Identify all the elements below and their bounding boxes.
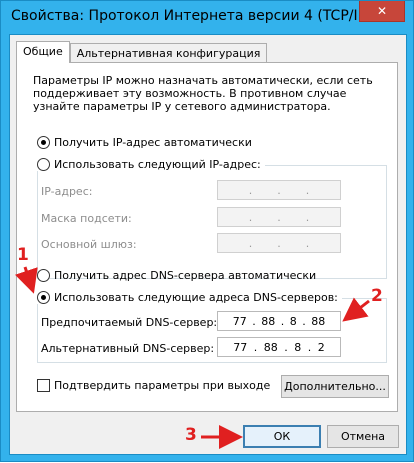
validate-label: Подтвердить параметры при выходе xyxy=(54,379,271,392)
preferred-dns-input[interactable]: 77. 88. 8. 88 xyxy=(217,311,341,331)
gateway-label: Основной шлюз: xyxy=(41,238,137,251)
annotation-number-2: 2 xyxy=(371,286,383,306)
dns-manual-radio[interactable] xyxy=(37,291,50,304)
alternate-dns-input[interactable]: 77. 88. 8. 2 xyxy=(217,337,341,357)
tab-general[interactable]: Общие xyxy=(16,41,70,63)
dns-manual-label: Использовать следующие адреса DNS-сервер… xyxy=(54,291,338,304)
tab-alternate-config[interactable]: Альтернативная конфигурация xyxy=(69,43,268,63)
ip-auto-radio[interactable] xyxy=(37,136,50,149)
validate-option[interactable]: Подтвердить параметры при выходе xyxy=(37,379,270,392)
alternate-dns-label: Альтернативный DNS-сервер: xyxy=(41,342,215,355)
tab-strip: Общие Альтернативная конфигурация xyxy=(16,41,268,63)
description-text: Параметры IP можно назначать автоматичес… xyxy=(33,74,373,113)
ip-auto-option[interactable]: Получить IP-адрес автоматически xyxy=(37,136,252,149)
title-bar: Свойства: Протокол Интернета версии 4 (T… xyxy=(1,1,413,34)
advanced-button[interactable]: Дополнительно... xyxy=(281,375,389,398)
annotation-number-1: 1 xyxy=(17,245,29,265)
tab-panel-general: Параметры IP можно назначать автоматичес… xyxy=(16,62,398,412)
alternate-dns-octet-4: 2 xyxy=(317,340,325,354)
preferred-dns-octet-3: 8 xyxy=(289,314,297,328)
alternate-dns-octet-1: 77 xyxy=(233,340,248,354)
gateway-input[interactable]: . . . xyxy=(217,233,341,253)
dns-auto-label: Получить адрес DNS-сервера автоматически xyxy=(54,269,317,282)
dialog-window: Свойства: Протокол Интернета версии 4 (T… xyxy=(0,0,414,462)
preferred-dns-octet-4: 88 xyxy=(311,314,326,328)
dns-manual-option[interactable]: Использовать следующие адреса DNS-сервер… xyxy=(37,291,342,304)
alternate-dns-octet-3: 8 xyxy=(294,340,302,354)
window-title: Свойства: Протокол Интернета версии 4 (T… xyxy=(11,8,389,24)
ok-button[interactable]: ОК xyxy=(243,425,321,448)
dns-auto-option[interactable]: Получить адрес DNS-сервера автоматически xyxy=(37,269,316,282)
ip-auto-label: Получить IP-адрес автоматически xyxy=(54,136,252,149)
preferred-dns-octet-1: 77 xyxy=(232,314,247,328)
subnet-mask-label: Маска подсети: xyxy=(41,212,132,225)
ip-address-label: IP-адрес: xyxy=(41,185,93,198)
ip-manual-option[interactable]: Использовать следующий IP-адрес: xyxy=(37,158,265,171)
ip-address-input[interactable]: . . . xyxy=(217,180,341,200)
close-icon: ✕ xyxy=(376,4,388,18)
preferred-dns-label: Предпочитаемый DNS-сервер: xyxy=(41,316,218,329)
dialog-body: Общие Альтернативная конфигурация Параме… xyxy=(9,34,407,455)
ip-manual-label: Использовать следующий IP-адрес: xyxy=(54,158,261,171)
subnet-mask-input[interactable]: . . . xyxy=(217,207,341,227)
alternate-dns-octet-2: 88 xyxy=(263,340,278,354)
validate-checkbox[interactable] xyxy=(37,379,50,392)
close-button[interactable]: ✕ xyxy=(359,1,405,22)
preferred-dns-octet-2: 88 xyxy=(261,314,276,328)
cancel-button[interactable]: Отмена xyxy=(327,425,399,448)
annotation-number-3: 3 xyxy=(185,425,197,445)
dns-auto-radio[interactable] xyxy=(37,269,50,282)
ip-manual-radio[interactable] xyxy=(37,158,50,171)
